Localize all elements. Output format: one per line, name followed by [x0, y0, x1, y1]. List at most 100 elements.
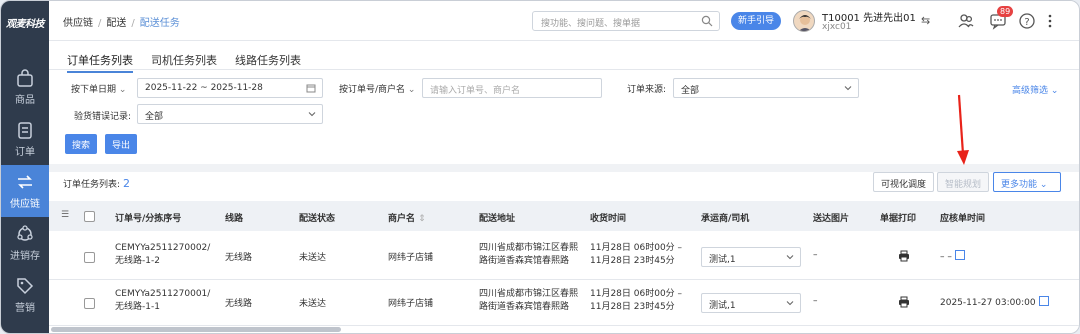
bag-icon	[17, 69, 33, 87]
section-divider	[49, 164, 1079, 172]
check-time-cell[interactable]: – –	[940, 250, 965, 262]
top-bar: 供应链 / 配送 / 配送任务 搜功能、搜问题、搜单据 新手引导 T10001 先进先出…	[49, 1, 1079, 41]
col-receive-time: 收货时间	[590, 214, 627, 224]
order-source-label: 订单来源:	[627, 85, 667, 95]
date-range-value: 2025-11-22 ~ 2025-11-28	[145, 83, 263, 93]
col-carrier: 承运商/司机	[701, 214, 750, 224]
col-delivery-photo: 送达图片	[813, 214, 850, 224]
col-status: 配送状态	[299, 214, 336, 224]
sidebar: 观麦科技 商品 订单 供应链 进销存 营销	[1, 1, 49, 333]
table-header: ☰ 订单号/分拣序号 线路 配送状态 商户名 ⇕ 配送地址 收货时间 承运商/司…	[49, 201, 1079, 231]
avatar[interactable]	[793, 10, 815, 32]
more-vertical-icon[interactable]	[1041, 12, 1059, 30]
notification-badge: 89	[997, 6, 1014, 17]
receive-time-cell: 11月28日 06时00分 –11月28日 23时45分	[590, 289, 683, 312]
sidebar-item-label: 营销	[15, 303, 35, 314]
chevron-down-icon	[786, 301, 794, 306]
col-order-no: 订单号/分拣序号	[115, 214, 182, 224]
sidebar-item-label: 进销存	[10, 251, 40, 262]
search-button[interactable]: 搜索	[65, 134, 98, 154]
receive-time-cell: 11月28日 06时00分 –11月28日 23时45分	[590, 243, 683, 266]
brand-logo: 观麦科技	[6, 18, 45, 30]
edit-icon[interactable]	[954, 250, 965, 260]
order-no-type-select[interactable]: 按订单号/商户名 ⌄	[339, 82, 415, 95]
export-button[interactable]: 导出	[105, 134, 138, 154]
svg-text:?: ?	[1024, 17, 1029, 28]
order-no-cell[interactable]: CEMYYa2511270002/无线路-1-2	[115, 242, 210, 268]
chevron-down-icon	[308, 112, 316, 117]
global-search-input[interactable]: 搜功能、搜问题、搜单据	[532, 11, 720, 31]
print-icon[interactable]	[898, 296, 910, 308]
help-icon[interactable]: ?	[1018, 12, 1036, 30]
user-account: xjxc01	[822, 22, 852, 32]
table-row: CEMYYa2511270002/无线路-1-2 无线路 未送达 网纬子店铺 四…	[49, 234, 1079, 280]
sidebar-item-orders[interactable]: 订单	[1, 113, 49, 165]
table-count: 2	[123, 177, 131, 190]
tab-divider	[49, 69, 1079, 70]
guide-button[interactable]: 新手引导	[731, 12, 781, 30]
check-time-cell[interactable]: 2025-11-27 03:00:00	[940, 296, 1049, 308]
order-source-select[interactable]: 全部	[673, 78, 859, 98]
breadcrumb-current: 配送任务	[139, 18, 180, 29]
status-cell: 未送达	[299, 299, 327, 309]
col-route: 线路	[225, 214, 244, 224]
carrier-select[interactable]: 测试,1	[701, 293, 801, 313]
inventory-icon	[17, 225, 33, 241]
chevron-down-icon	[844, 86, 852, 91]
supply-chain-icon	[18, 175, 32, 189]
check-record-value: 全部	[145, 112, 164, 122]
main-panel: 订单任务列表 司机任务列表 线路任务列表 按下单日期 ⌄ 2025-11-22 …	[49, 41, 1079, 333]
horizontal-scrollbar[interactable]	[51, 327, 341, 332]
edit-icon[interactable]	[1038, 296, 1049, 306]
order-no-input[interactable]: 请输入订单号、商户名	[422, 78, 602, 98]
date-type-select[interactable]: 按下单日期 ⌄	[71, 82, 126, 95]
app-window: 观麦科技 商品 订单 供应链 进销存 营销 供应链 / 配送 / 配送任务 搜功能、搜问…	[0, 0, 1080, 334]
visual-dispatch-button[interactable]: 可视化调度	[873, 172, 935, 192]
status-cell: 未送达	[299, 253, 327, 263]
search-placeholder: 搜功能、搜问题、搜单据	[541, 19, 641, 29]
switch-account-icon[interactable]: ⇆	[921, 14, 930, 27]
col-address: 配送地址	[479, 214, 516, 224]
col-merchant[interactable]: 商户名 ⇕	[388, 211, 426, 224]
address-cell: 四川省成都市锦江区春熙 路街道香森宾馆春熙路	[479, 243, 579, 266]
calendar-icon	[306, 84, 316, 93]
route-cell: 无线路	[225, 253, 253, 263]
breadcrumb-item[interactable]: 供应链	[63, 18, 93, 29]
photo-cell: –	[813, 296, 818, 306]
advanced-filter-link[interactable]: 高级筛选 ⌄	[1012, 83, 1058, 96]
merchant-cell: 网纬子店铺	[388, 299, 434, 309]
check-record-select[interactable]: 全部	[137, 104, 323, 124]
sidebar-item-marketing[interactable]: 营销	[1, 269, 49, 321]
col-check-time: 应核单时间	[940, 214, 986, 224]
marketing-tag-icon	[17, 278, 34, 295]
date-range-field[interactable]: 2025-11-22 ~ 2025-11-28	[137, 78, 323, 98]
address-cell: 四川省成都市锦江区春熙 路街道香森宾馆春熙路	[479, 289, 579, 312]
chevron-down-icon	[786, 255, 794, 260]
sidebar-item-goods[interactable]: 商品	[1, 61, 49, 113]
row-checkbox[interactable]	[84, 252, 95, 263]
search-icon	[701, 15, 713, 27]
sidebar-item-label: 订单	[15, 147, 35, 158]
smart-planning-button[interactable]: 智能规划	[937, 172, 990, 192]
row-checkbox[interactable]	[84, 298, 95, 309]
team-icon[interactable]	[957, 12, 975, 30]
carrier-select[interactable]: 测试,1	[701, 247, 801, 267]
photo-cell: –	[813, 250, 818, 260]
sidebar-item-label: 供应链	[10, 199, 40, 210]
order-icon	[18, 122, 32, 139]
breadcrumb-item[interactable]: 配送	[106, 18, 126, 29]
select-all-checkbox[interactable]	[84, 211, 95, 222]
sidebar-item-label: 商品	[15, 95, 35, 106]
order-source-value: 全部	[681, 86, 700, 96]
route-cell: 无线路	[225, 299, 253, 309]
table-title: 订单任务列表: 2	[63, 177, 131, 190]
col-print: 单据打印	[880, 214, 917, 224]
print-icon[interactable]	[898, 250, 910, 262]
sidebar-item-inventory[interactable]: 进销存	[1, 217, 49, 269]
merchant-cell: 网纬子店铺	[388, 253, 434, 263]
more-functions-button[interactable]: 更多功能 ⌄	[993, 172, 1061, 192]
column-settings-icon[interactable]: ☰	[61, 210, 69, 220]
order-no-cell[interactable]: CEMYYa2511270001/无线路-1-1	[115, 288, 210, 314]
table-row: CEMYYa2511270001/无线路-1-1 无线路 未送达 网纬子店铺 四…	[49, 280, 1079, 326]
sidebar-item-supply-chain[interactable]: 供应链	[1, 165, 49, 217]
